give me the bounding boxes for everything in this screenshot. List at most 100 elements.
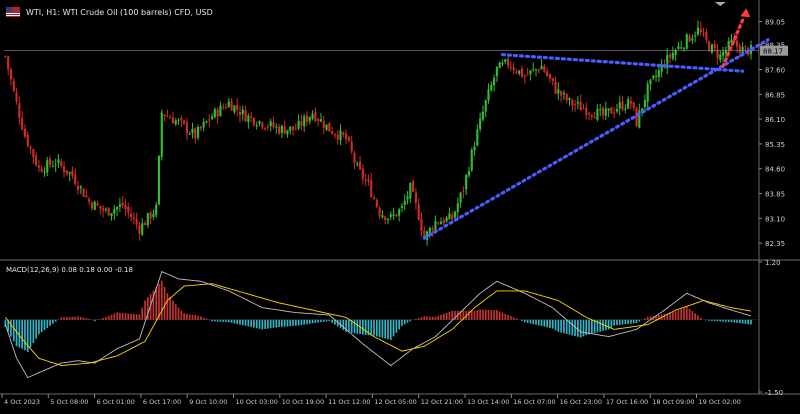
- price-tick-label: 87.60: [765, 67, 785, 75]
- candle-body: [476, 129, 479, 146]
- price-tick-label: 86.10: [765, 116, 785, 124]
- time-tick-label: 18 Oct 09:00: [652, 398, 694, 406]
- candle-body: [702, 32, 705, 34]
- candle-body: [442, 219, 445, 224]
- candle-body: [233, 105, 236, 113]
- candle-body: [90, 202, 94, 209]
- candle-body: [668, 54, 672, 58]
- candle-body: [607, 108, 610, 111]
- candle-body: [534, 69, 538, 71]
- current-price-label: 88.17: [763, 48, 783, 56]
- candle-body: [484, 100, 487, 112]
- candle-body: [618, 102, 621, 109]
- candle-body: [278, 126, 281, 134]
- candle-body: [691, 38, 694, 41]
- chart-root[interactable]: 89.0588.3587.6086.8586.1085.3584.6083.85…: [0, 0, 800, 410]
- candle-body: [400, 205, 404, 208]
- candle-body: [744, 45, 747, 47]
- candle-body: [266, 126, 269, 128]
- candle-body: [590, 115, 593, 117]
- candle-body: [403, 200, 406, 205]
- candle-body: [529, 70, 532, 75]
- candle-body: [222, 106, 225, 108]
- candle-body: [328, 122, 331, 132]
- candle-body: [336, 134, 339, 140]
- candle-body: [15, 92, 18, 102]
- candle-body: [7, 56, 10, 70]
- candle-body: [451, 214, 454, 220]
- candle-body: [554, 81, 557, 94]
- candle-body: [149, 212, 152, 219]
- candle-body: [118, 204, 121, 207]
- annot-layer: [4, 2, 770, 240]
- candle-body: [205, 121, 208, 123]
- candle-body: [333, 133, 336, 136]
- candle-body: [146, 213, 149, 226]
- candle-body: [688, 35, 691, 42]
- time-tick-label: 12 Oct 05:00: [374, 398, 416, 406]
- candle-body: [127, 207, 130, 213]
- candle-body: [199, 126, 202, 129]
- candle-body: [370, 180, 373, 198]
- candle-body: [93, 201, 96, 210]
- candle-body: [275, 126, 278, 128]
- candle-body: [289, 126, 292, 131]
- candle-body: [347, 137, 350, 141]
- candle-body: [445, 217, 448, 222]
- candle-body: [646, 84, 649, 102]
- candle-body: [543, 65, 546, 72]
- candle-body: [261, 122, 264, 128]
- chart-svg[interactable]: 89.0588.3587.6086.8586.1085.3584.6083.85…: [0, 0, 800, 410]
- candle-body: [49, 158, 52, 166]
- candle-body: [546, 71, 549, 76]
- candle-body: [331, 131, 334, 134]
- candle-body: [230, 101, 233, 111]
- candle-body: [462, 190, 465, 192]
- price-tick-label: 86.85: [765, 91, 785, 99]
- candle-body: [213, 109, 216, 118]
- candle-body: [258, 120, 261, 124]
- candle-body: [18, 103, 21, 118]
- candle-body: [571, 100, 574, 106]
- candle-body: [356, 163, 359, 165]
- candle-body: [322, 121, 325, 128]
- time-tick-label: 17 Oct 16:00: [606, 398, 648, 406]
- candle-body: [339, 130, 342, 141]
- candle-body: [283, 125, 286, 134]
- candle-body: [12, 81, 15, 91]
- price-tick-label: 84.60: [765, 166, 785, 174]
- grid-layer: [0, 0, 800, 395]
- candle-body: [562, 92, 565, 95]
- candle-body: [708, 41, 711, 52]
- candle-body: [512, 67, 515, 71]
- time-tick-label: 6 Oct 01:00: [97, 398, 135, 406]
- candle-body: [68, 172, 71, 174]
- candle-body: [613, 112, 616, 114]
- candle-body: [520, 68, 524, 77]
- candle-body: [350, 141, 353, 152]
- candle-body: [143, 222, 147, 226]
- candle-body: [574, 104, 577, 106]
- macd-tick-label: -1.50: [765, 389, 783, 397]
- candle-body: [82, 188, 85, 197]
- time-tick-label: 11 Oct 12:00: [328, 398, 370, 406]
- candle-body: [431, 228, 434, 231]
- candle-body: [9, 69, 13, 80]
- time-tick-label: 6 Oct 17:00: [143, 398, 181, 406]
- candle-body: [113, 209, 116, 214]
- candle-body: [414, 192, 417, 203]
- candle-body: [501, 62, 504, 65]
- candle-body: [509, 67, 512, 69]
- candle-body: [428, 227, 431, 234]
- candle-body: [719, 54, 722, 61]
- candle-body: [456, 203, 459, 213]
- candle-body: [585, 108, 588, 115]
- candle-body: [43, 171, 46, 173]
- candle-body: [40, 168, 43, 172]
- candle-body: [677, 46, 680, 50]
- candle-body: [130, 213, 133, 218]
- candle-body: [632, 102, 635, 108]
- candle-body: [560, 90, 563, 96]
- candle-body: [565, 94, 568, 101]
- candle-body: [305, 115, 309, 122]
